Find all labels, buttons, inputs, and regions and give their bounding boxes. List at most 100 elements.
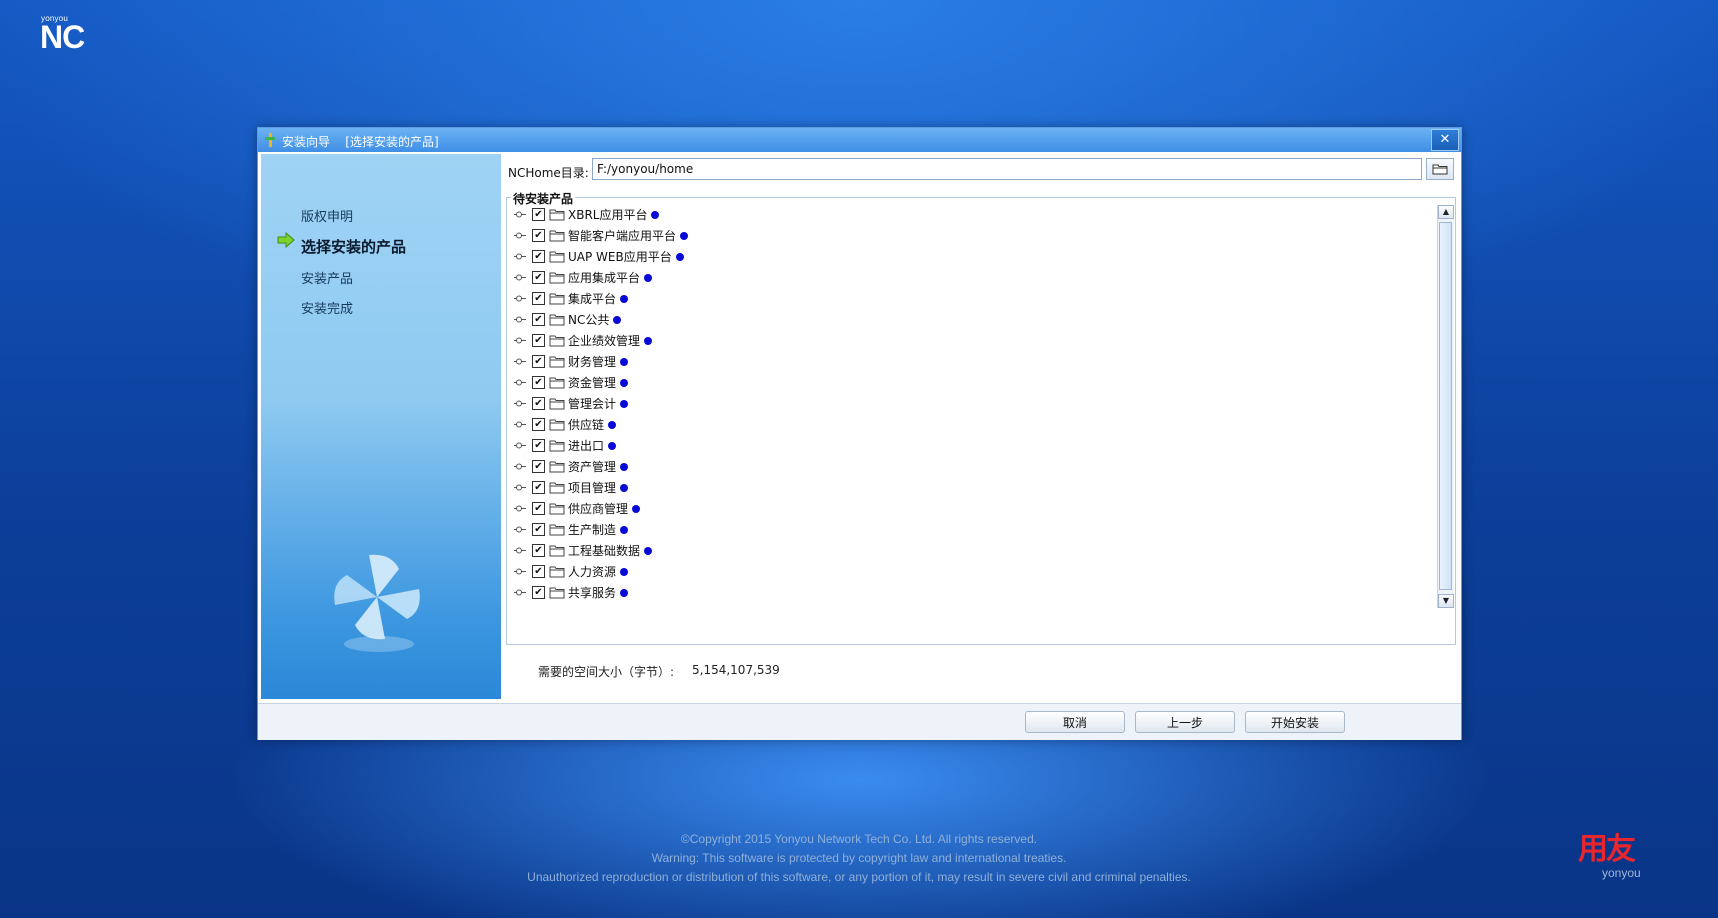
tree-row[interactable]: ✔ 人力资源 bbox=[508, 561, 629, 582]
tree-row[interactable]: ✔ NC公共 bbox=[508, 309, 622, 330]
back-button[interactable]: 上一步 bbox=[1135, 711, 1235, 733]
product-checkbox[interactable]: ✔ bbox=[532, 313, 545, 326]
tree-row[interactable]: ✔ 企业绩效管理 bbox=[508, 330, 653, 351]
tree-node-icon[interactable] bbox=[512, 309, 528, 330]
status-dot-icon bbox=[620, 294, 629, 303]
tree-row[interactable]: ✔ 智能客户端应用平台 bbox=[508, 225, 689, 246]
tree-row[interactable]: ✔ 项目管理 bbox=[508, 477, 629, 498]
tree-node-icon[interactable] bbox=[512, 435, 528, 456]
cancel-button[interactable]: 取消 bbox=[1025, 711, 1125, 733]
step-install-complete: 安装完成 bbox=[301, 302, 354, 317]
tree-row[interactable]: ✔ 管理会计 bbox=[508, 393, 629, 414]
tree-node-icon[interactable] bbox=[512, 393, 528, 414]
tree-row[interactable]: ✔ XBRL应用平台 bbox=[508, 204, 660, 225]
status-dot-icon bbox=[613, 315, 622, 324]
app-icon bbox=[265, 133, 275, 147]
tree-node-icon[interactable] bbox=[512, 414, 528, 435]
tree-node-icon[interactable] bbox=[512, 204, 528, 225]
status-dot-icon bbox=[675, 252, 684, 261]
start-install-button[interactable]: 开始安装 bbox=[1245, 711, 1345, 733]
tree-row[interactable]: ✔ 生产制造 bbox=[508, 519, 629, 540]
tree-node-icon[interactable] bbox=[512, 351, 528, 372]
tree-row[interactable]: ✔ 财务管理 bbox=[508, 351, 629, 372]
copyright-line: ©Copyright 2015 Yonyou Network Tech Co. … bbox=[680, 832, 1038, 846]
tree-node-icon[interactable] bbox=[512, 603, 528, 607]
product-checkbox[interactable]: ✔ bbox=[532, 481, 545, 494]
folder-icon bbox=[549, 293, 565, 304]
product-checkbox[interactable]: ✔ bbox=[532, 292, 545, 305]
tree-node-icon[interactable] bbox=[512, 519, 528, 540]
tree-node-icon[interactable] bbox=[512, 372, 528, 393]
step-copyright: 版权申明 bbox=[301, 210, 354, 225]
tree-row[interactable]: ✔ 集成平台 bbox=[508, 288, 629, 309]
product-label: 供应链 bbox=[568, 418, 605, 432]
tree-node-icon[interactable] bbox=[512, 225, 528, 246]
tree-node-icon[interactable] bbox=[512, 540, 528, 561]
folder-icon bbox=[549, 440, 565, 451]
product-checkbox[interactable]: ✔ bbox=[532, 565, 545, 578]
nchome-path-input[interactable] bbox=[592, 158, 1422, 180]
tree-node-icon[interactable] bbox=[512, 561, 528, 582]
tree-node-icon[interactable] bbox=[512, 498, 528, 519]
tree-node-icon[interactable] bbox=[512, 246, 528, 267]
folder-icon bbox=[549, 272, 565, 283]
tree-node-icon[interactable] bbox=[512, 456, 528, 477]
folder-icon bbox=[549, 356, 565, 367]
folder-icon bbox=[549, 398, 565, 409]
product-checkbox[interactable]: ✔ bbox=[532, 229, 545, 242]
title-bar[interactable]: 安装向导 [选择安装的产品] ✕ bbox=[258, 128, 1461, 152]
folder-icon bbox=[549, 566, 565, 577]
product-checkbox[interactable]: ✔ bbox=[532, 502, 545, 515]
product-checkbox[interactable]: ✔ bbox=[532, 271, 545, 284]
product-checkbox[interactable]: ✔ bbox=[532, 523, 545, 536]
product-label: 集成平台 bbox=[568, 292, 617, 306]
folder-icon bbox=[549, 419, 565, 430]
product-label: 资金管理 bbox=[568, 376, 617, 390]
tree-node-icon[interactable] bbox=[512, 330, 528, 351]
product-checkbox[interactable]: ✔ bbox=[532, 376, 545, 389]
product-checkbox[interactable]: ✔ bbox=[532, 397, 545, 410]
tree-row[interactable]: ✔质量管理 bbox=[508, 603, 628, 607]
browse-button[interactable] bbox=[1426, 158, 1454, 180]
install-wizard-window: 安装向导 [选择安装的产品] ✕ 版权申明 选择安装的产品 安装产品 安装完成 … bbox=[257, 127, 1462, 740]
product-checkbox[interactable]: ✔ bbox=[532, 208, 545, 221]
products-group: 待安装产品 ✔ XBRL应用平台 ✔ 智能客户端应用平台 ✔ UAP WEB应用平台 ✔ 应用… bbox=[506, 190, 1456, 645]
tree-row[interactable]: ✔ 工程基础数据 bbox=[508, 540, 653, 561]
product-label: 人力资源 bbox=[568, 565, 617, 579]
vertical-scrollbar[interactable]: ▲ ▼ bbox=[1437, 205, 1454, 608]
folder-icon bbox=[549, 314, 565, 325]
product-checkbox[interactable]: ✔ bbox=[532, 586, 545, 599]
product-checkbox[interactable]: ✔ bbox=[532, 460, 545, 473]
folder-icon bbox=[549, 251, 565, 262]
product-label: 质量管理 bbox=[568, 605, 616, 607]
tree-row[interactable]: ✔ 进出口 bbox=[508, 435, 617, 456]
folder-icon bbox=[549, 209, 565, 220]
tree-node-icon[interactable] bbox=[512, 582, 528, 603]
tree-row[interactable]: ✔ 供应链 bbox=[508, 414, 617, 435]
product-label: 供应商管理 bbox=[568, 502, 629, 516]
tree-node-icon[interactable] bbox=[512, 267, 528, 288]
product-checkbox[interactable]: ✔ bbox=[532, 355, 545, 368]
product-checkbox[interactable]: ✔ bbox=[532, 334, 545, 347]
scroll-thumb[interactable] bbox=[1439, 222, 1452, 590]
tree-row[interactable]: ✔ 应用集成平台 bbox=[508, 267, 653, 288]
close-button[interactable]: ✕ bbox=[1431, 129, 1459, 151]
scroll-down-button[interactable]: ▼ bbox=[1438, 594, 1454, 608]
status-dot-icon bbox=[608, 441, 617, 450]
status-dot-icon bbox=[620, 483, 629, 492]
tree-node-icon[interactable] bbox=[512, 288, 528, 309]
tree-row[interactable]: ✔ 供应商管理 bbox=[508, 498, 641, 519]
tree-row[interactable]: ✔ 资产管理 bbox=[508, 456, 629, 477]
product-checkbox[interactable]: ✔ bbox=[532, 544, 545, 557]
scroll-up-button[interactable]: ▲ bbox=[1438, 205, 1454, 219]
tree-row[interactable]: ✔ UAP WEB应用平台 bbox=[508, 246, 684, 267]
folder-icon bbox=[549, 524, 565, 535]
status-dot-icon bbox=[680, 231, 689, 240]
product-checkbox[interactable]: ✔ bbox=[532, 250, 545, 263]
product-checkbox[interactable]: ✔ bbox=[532, 439, 545, 452]
product-checkbox[interactable]: ✔ bbox=[532, 418, 545, 431]
tree-row[interactable]: ✔ 资金管理 bbox=[508, 372, 629, 393]
tree-row[interactable]: ✔ 共享服务 bbox=[508, 582, 629, 603]
nc-logo: yonyou NC bbox=[40, 14, 85, 53]
tree-node-icon[interactable] bbox=[512, 477, 528, 498]
